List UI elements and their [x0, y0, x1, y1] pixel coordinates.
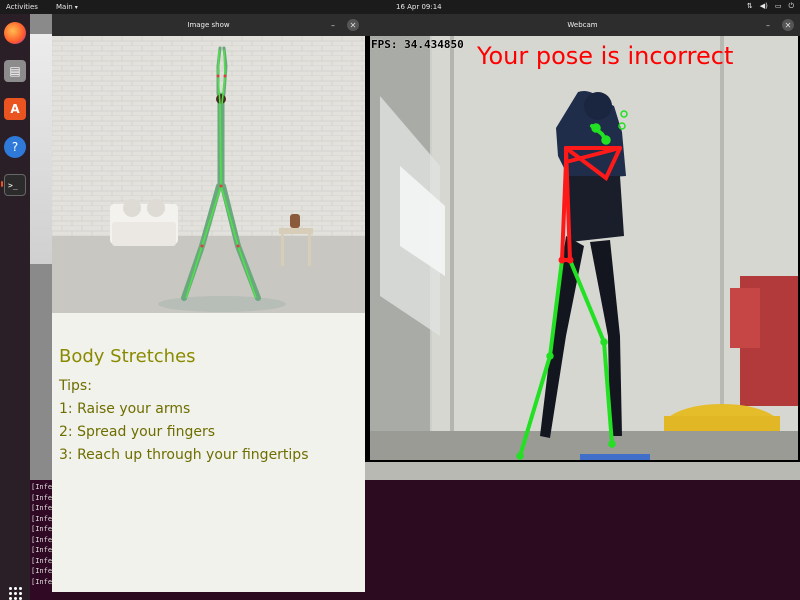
clock[interactable]: 16 Apr 09:14 — [396, 3, 442, 11]
tip-item: 2: Spread your fingers — [59, 424, 215, 440]
titlebar[interactable]: Webcam – ✕ — [365, 14, 800, 36]
pose-status-message: Your pose is incorrect — [477, 42, 734, 70]
terminal-window[interactable]: [Infe [Infe [Infe [Infe [Infe [Infe [Inf… — [30, 480, 52, 600]
terminal-line: [Infe — [31, 546, 52, 554]
files-icon[interactable]: ▤ — [4, 60, 26, 82]
volume-icon: ◀) — [759, 2, 768, 10]
titlebar[interactable]: Image show – ✕ — [52, 14, 365, 36]
tip-item: 3: Reach up through your fingertips — [59, 447, 309, 463]
chevron-down-icon: ▾ — [74, 4, 78, 11]
activities-button[interactable]: Activities — [6, 3, 38, 11]
reference-pose-image — [52, 36, 365, 313]
webcam-scene — [370, 36, 798, 460]
window-title: Image show — [187, 21, 230, 29]
terminal-line: [Infe — [31, 514, 52, 523]
app-menu[interactable]: Main ▾ — [56, 3, 78, 11]
terminal-line: [Infe — [31, 483, 52, 491]
close-button[interactable]: ✕ — [782, 19, 794, 31]
terminal-line: [Infe — [31, 567, 52, 575]
webcam-feed: FPS: 34.434850 Your pose is incorrect — [370, 36, 798, 460]
network-icon: ⇅ — [746, 2, 753, 10]
minimize-button[interactable]: – — [327, 19, 339, 31]
tips-panel: Body Stretches Tips: 1: Raise your arms … — [52, 313, 365, 592]
power-icon: ⏻ — [788, 2, 794, 10]
software-icon[interactable]: A — [4, 98, 26, 120]
minimize-button[interactable]: – — [762, 19, 774, 31]
system-tray[interactable]: ⇅ ◀) ▭ ⏻ — [747, 2, 794, 11]
terminal-line: [Infe — [31, 493, 52, 502]
show-apps-icon[interactable] — [4, 582, 26, 600]
terminal-line: [Infe — [31, 535, 52, 544]
background-window — [365, 462, 800, 480]
image-show-window[interactable]: Image show – ✕ Body Stretches Tips: 1: R… — [52, 14, 365, 592]
terminal-line: [Infe — [31, 504, 52, 512]
terminal-line: [Infe — [31, 577, 52, 586]
reference-photo — [52, 36, 365, 313]
tips-label: Tips: — [59, 378, 92, 394]
top-bar: Activities Main ▾ 16 Apr 09:14 ⇅ ◀) ▭ ⏻ — [0, 0, 800, 14]
help-icon[interactable]: ? — [4, 136, 26, 158]
app-menu-label: Main — [56, 3, 73, 11]
tip-item: 1: Raise your arms — [59, 401, 191, 417]
webcam-window[interactable]: Webcam – ✕ FPS: 34.434850 Your pose is i… — [365, 14, 800, 462]
terminal-line: [Infe — [31, 556, 52, 565]
window-title: Webcam — [567, 21, 598, 29]
terminal-line: [Infe — [31, 525, 52, 533]
firefox-icon[interactable] — [4, 22, 26, 44]
terminal-icon[interactable]: >_ — [4, 174, 26, 196]
close-button[interactable]: ✕ — [347, 19, 359, 31]
fps-counter: FPS: 34.434850 — [371, 38, 464, 51]
background-window — [30, 14, 52, 480]
battery-icon: ▭ — [774, 2, 782, 10]
active-indicator — [1, 181, 3, 187]
dock: ▤ A ? >_ — [0, 14, 30, 600]
exercise-title: Body Stretches — [59, 346, 196, 367]
